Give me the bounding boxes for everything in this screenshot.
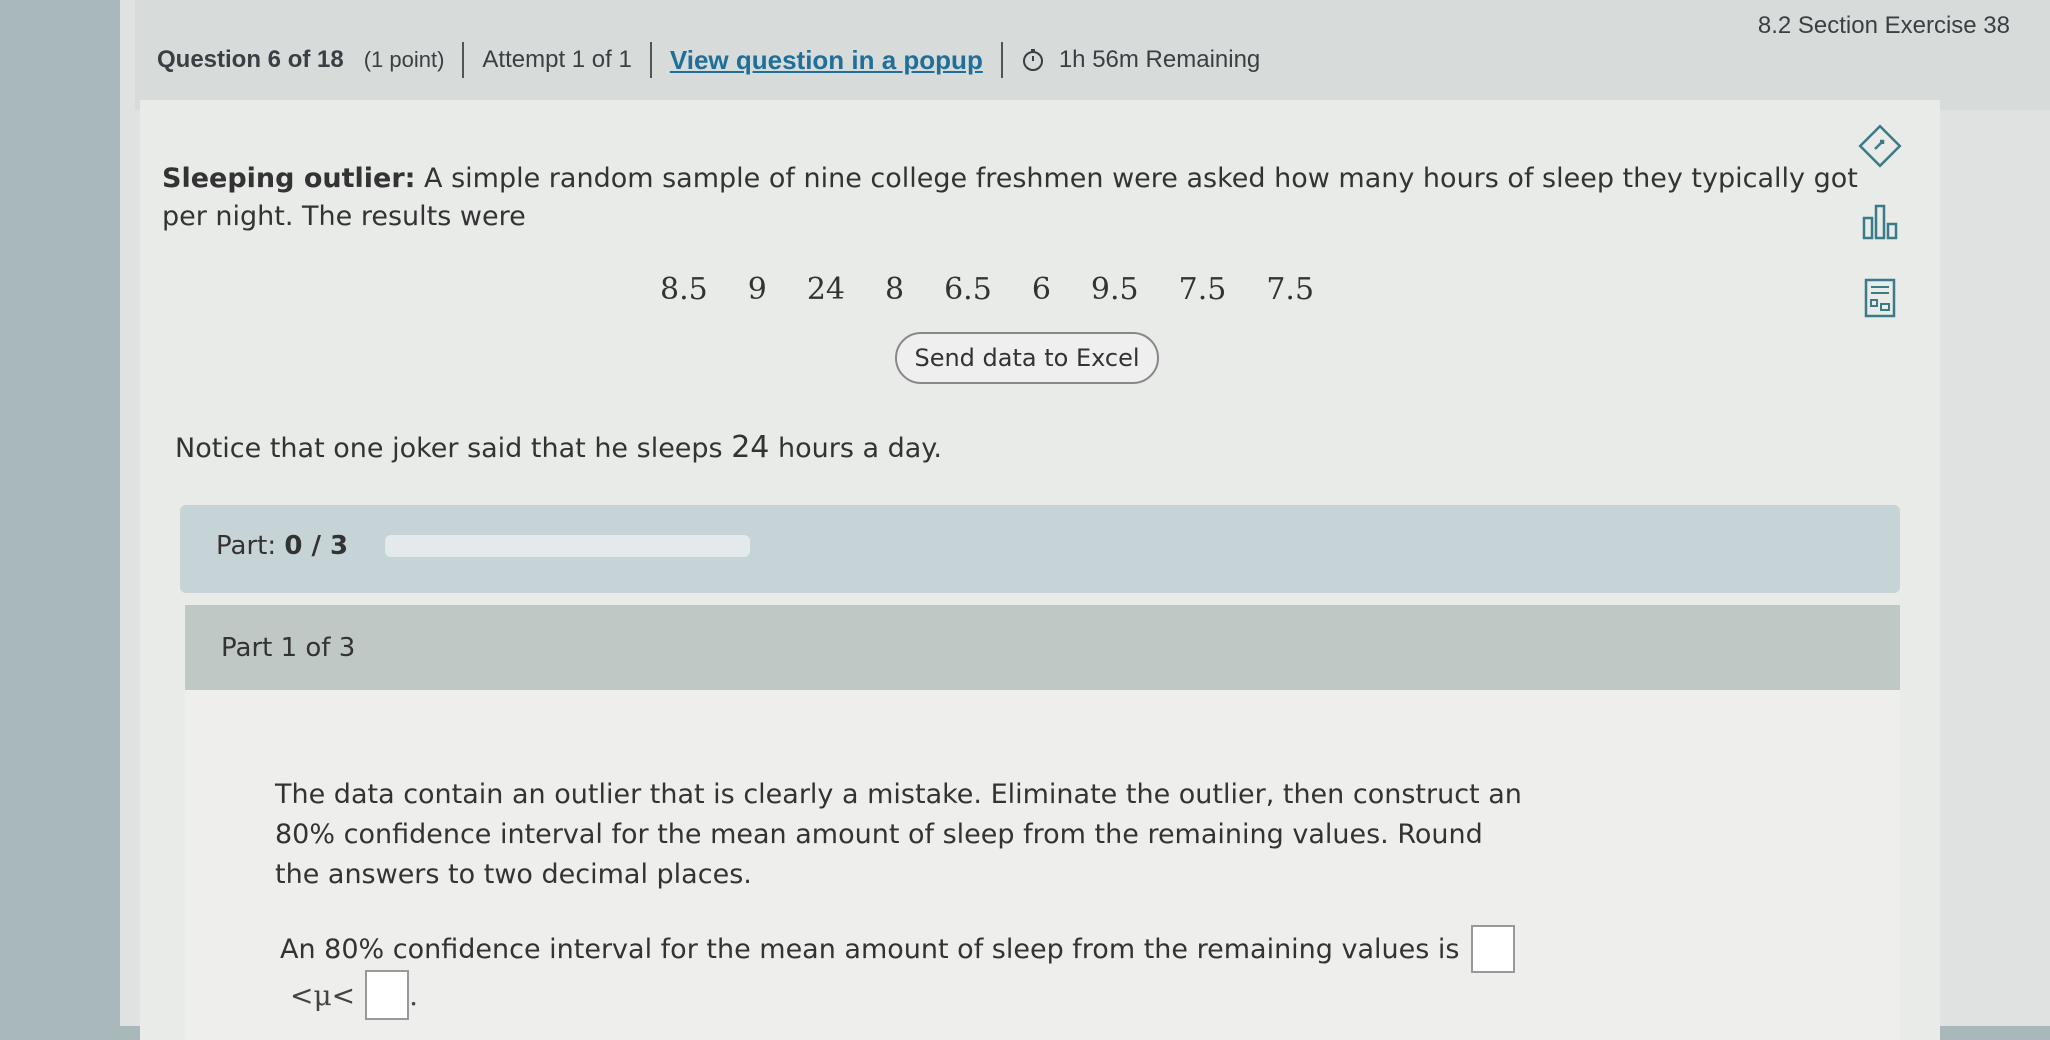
divider [649,42,652,78]
answer-line-2: <μ< . [290,970,418,1020]
clock-icon [1022,49,1043,71]
send-to-excel-button[interactable]: Send data to Excel [895,332,1159,384]
view-popup-link[interactable]: View question in a popup [670,45,983,76]
divider [1000,42,1003,78]
calculator-icon[interactable] [1856,274,1904,322]
problem-text: A simple random sample of nine college f… [162,163,1858,232]
upper-bound-input[interactable] [365,970,410,1020]
part-heading: Part 1 of 3 [221,633,356,663]
eraser-icon[interactable] [1856,122,1904,170]
lower-bound-input[interactable] [1471,925,1516,973]
time-remaining: 1h 56m Remaining [1058,46,1261,73]
part-instructions: The data contain an outlier that is clea… [275,779,1522,890]
notice-before: Notice that one joker said that he sleep… [175,433,732,464]
data-values: 8.5 9 24 8 6.5 6 9.5 7.5 7.5 [660,272,1354,307]
question-header: Question 6 of 18 (1 point) Attempt 1 of … [135,0,2050,110]
data-value: 6 [1031,272,1051,307]
attempt-count: Attempt 1 of 1 [482,46,632,73]
data-value: 6.5 [944,272,992,307]
notice-after: hours a day. [769,433,942,464]
problem-statement: Sleeping outlier: A simple random sample… [162,160,1862,236]
part-header: Part 1 of 3 [185,605,1900,690]
period: . [409,978,419,1012]
data-value: 9 [747,272,767,307]
notice-number: 24 [731,430,770,465]
question-points: (1 point) [363,47,445,72]
answer-prefix: An 80% confidence interval for the mean … [280,933,1460,965]
section-title: 8.2 Section Exercise 38 [1757,12,2010,39]
divider [462,42,465,78]
header-row: Question 6 of 18 (1 point) Attempt 1 of … [157,40,1260,80]
data-value: 7.5 [1178,272,1227,307]
bar-chart-icon[interactable] [1856,198,1904,246]
data-value: 24 [806,272,845,307]
part-progress-value: 0 / 3 [284,531,349,561]
progress-track [385,535,750,557]
part-label-prefix: Part: [216,531,285,561]
part-progress-bar: Part: 0 / 3 [180,505,1900,593]
part-progress-label: Part: 0 / 3 [216,531,348,561]
data-value: 8.5 [660,272,708,307]
notice-text: Notice that one joker said that he sleep… [175,430,942,465]
data-value: 9.5 [1090,272,1139,307]
answer-line: An 80% confidence interval for the mean … [280,925,1516,973]
data-value: 8 [885,272,905,307]
data-value: 7.5 [1266,272,1315,307]
question-content: Sleeping outlier: A simple random sample… [140,100,1940,1040]
timer: 1h 56m Remaining [1021,46,1260,74]
part-body: The data contain an outlier that is clea… [185,690,1900,1040]
mu-inequality: <μ< [290,978,356,1012]
question-number: Question 6 of 18 [157,46,344,73]
problem-title: Sleeping outlier: [162,163,416,194]
